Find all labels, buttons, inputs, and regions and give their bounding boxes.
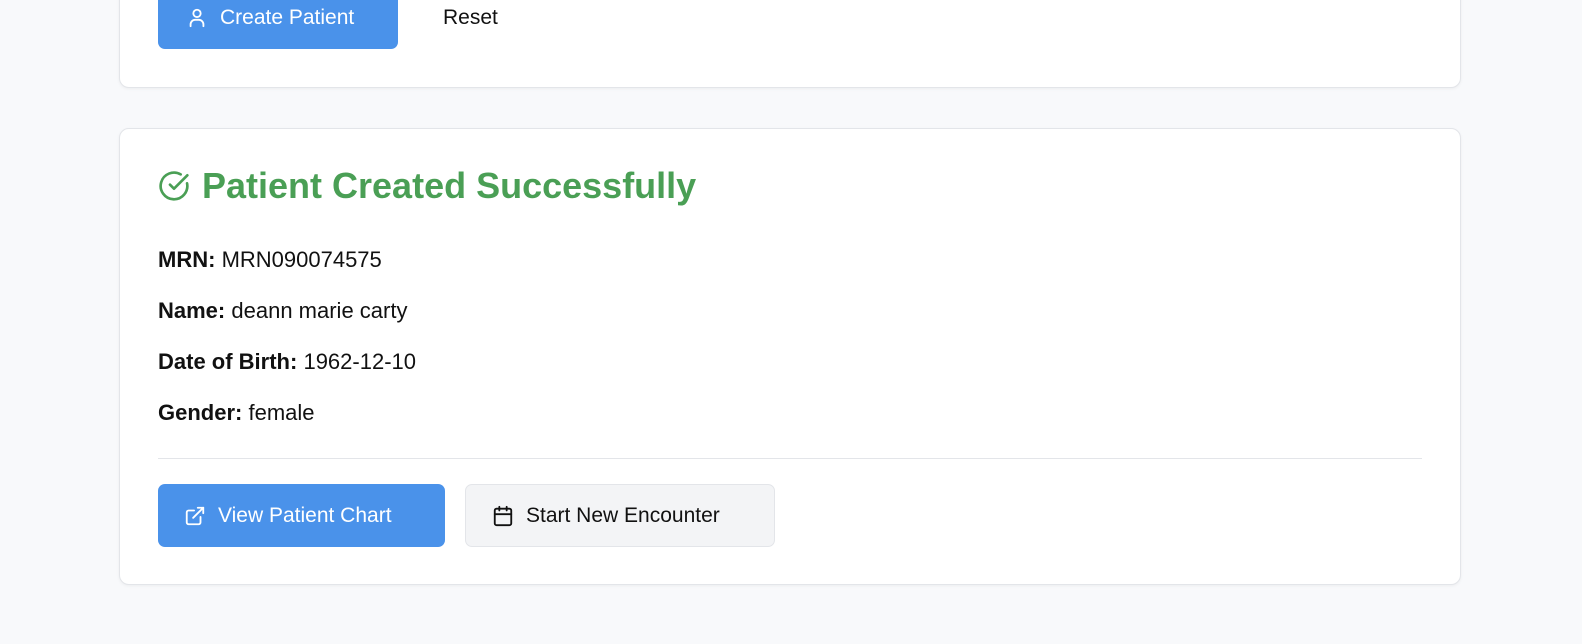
gender-field: Gender: female bbox=[158, 400, 315, 425]
name-field: Name: deann marie carty bbox=[158, 298, 408, 323]
view-patient-chart-button[interactable]: View Patient Chart bbox=[158, 484, 445, 547]
check-circle-icon bbox=[159, 171, 189, 201]
external-link-icon bbox=[185, 506, 205, 525]
success-title: Patient Created Successfully bbox=[158, 165, 696, 207]
create-patient-label: Create Patient bbox=[220, 6, 355, 29]
patient-form-card: Create Patient Reset bbox=[119, 0, 1461, 88]
user-icon bbox=[189, 8, 205, 28]
success-card: Patient Created Successfully MRN: MRN090… bbox=[119, 128, 1461, 585]
reset-button[interactable]: Reset bbox=[443, 0, 498, 49]
start-new-encounter-button[interactable]: Start New Encounter bbox=[465, 484, 775, 547]
divider bbox=[158, 458, 1422, 459]
mrn-field: MRN: MRN090074575 bbox=[158, 247, 382, 272]
dob-field: Date of Birth: 1962-12-10 bbox=[158, 349, 416, 374]
create-patient-button[interactable]: Create Patient bbox=[158, 0, 398, 49]
calendar-icon bbox=[493, 505, 513, 526]
